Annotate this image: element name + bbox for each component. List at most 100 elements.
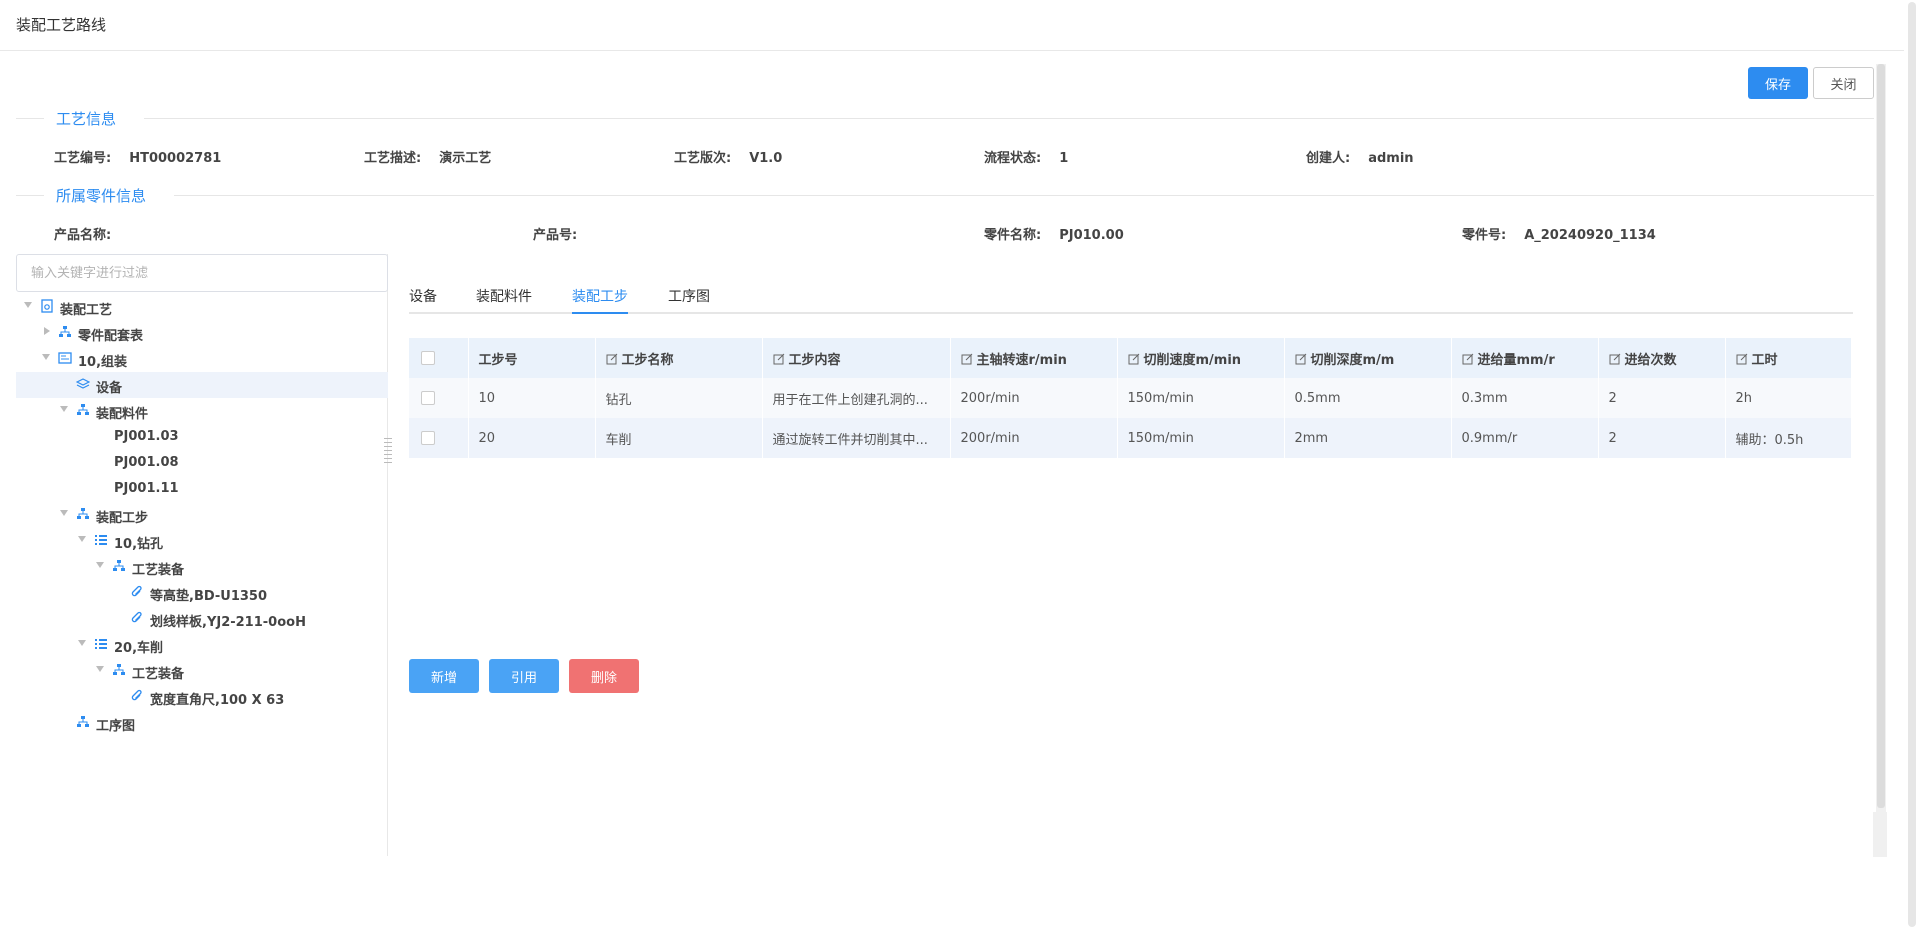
org-chart-icon bbox=[113, 664, 125, 675]
chevron-right-icon[interactable] bbox=[44, 327, 50, 335]
save-button[interactable]: 保存 bbox=[1748, 67, 1808, 99]
list-icon bbox=[95, 639, 107, 649]
paperclip-icon bbox=[131, 585, 142, 597]
table-cell[interactable]: 2mm bbox=[1284, 418, 1452, 458]
table-cell[interactable]: 车削 bbox=[595, 418, 763, 458]
layers-icon bbox=[76, 378, 90, 389]
chevron-down-icon[interactable] bbox=[24, 302, 32, 308]
tree-node-step-20-turning[interactable]: 20,车削 bbox=[16, 632, 388, 658]
delete-button[interactable]: 删除 bbox=[569, 659, 639, 693]
table-cell[interactable]: 钻孔 bbox=[595, 378, 763, 418]
tree-node-step-10-drilling[interactable]: 10,钻孔 bbox=[16, 528, 388, 554]
table-header-row: 工步号 工步名称 工步内容 主轴转速r/min 切削速度m/min 切削深度m/… bbox=[409, 338, 1852, 378]
steps-table: 工步号 工步名称 工步内容 主轴转速r/min 切削速度m/min 切削深度m/… bbox=[409, 338, 1852, 458]
tree-node-tooling[interactable]: 工艺装备 bbox=[16, 658, 388, 684]
close-button[interactable]: 关闭 bbox=[1813, 67, 1874, 99]
edit-icon bbox=[606, 353, 617, 364]
table-row[interactable]: 10 钻孔 用于在工件上创建孔洞的... 200r/min 150m/min 0… bbox=[409, 378, 1852, 418]
table-cell[interactable]: 辅助：0.5h bbox=[1725, 418, 1852, 458]
chevron-down-icon[interactable] bbox=[78, 640, 86, 646]
org-chart-icon bbox=[59, 326, 71, 337]
table-cell[interactable]: 10 bbox=[468, 378, 596, 418]
page-scrollbar[interactable] bbox=[1904, 0, 1920, 929]
tree-node-assembly-materials[interactable]: 装配料件 bbox=[16, 398, 388, 424]
org-chart-icon bbox=[77, 716, 89, 727]
tree-node-assembly-process[interactable]: 装配工艺 bbox=[16, 294, 388, 320]
tree-node-assembly-steps[interactable]: 装配工步 bbox=[16, 502, 388, 528]
splitter-handle[interactable] bbox=[384, 438, 392, 468]
table-cell[interactable]: 2h bbox=[1725, 378, 1852, 418]
edit-icon bbox=[961, 353, 972, 364]
tree-node-tool-item[interactable]: 宽度直角尺,100 X 63 bbox=[16, 684, 388, 710]
table-cell[interactable]: 0.3mm bbox=[1451, 378, 1599, 418]
tree-node-part[interactable]: PJ001.08 bbox=[16, 450, 388, 476]
table-cell[interactable]: 0.9mm/r bbox=[1451, 418, 1599, 458]
chevron-down-icon[interactable] bbox=[60, 510, 68, 516]
add-button[interactable]: 新增 bbox=[409, 659, 479, 693]
column-header: 切削速度m/min bbox=[1117, 338, 1285, 378]
table-cell[interactable]: 2 bbox=[1598, 378, 1726, 418]
table-cell[interactable]: 0.5mm bbox=[1284, 378, 1452, 418]
scrollbar-thumb[interactable] bbox=[1908, 2, 1916, 927]
inner-scrollbar[interactable] bbox=[1876, 64, 1886, 812]
tree-filter-input[interactable] bbox=[16, 254, 388, 292]
part-info-row: 产品名称: 产品号: 零件名称: PJ010.00 零件号: A_20240920_… bbox=[0, 224, 1900, 244]
column-header: 工步名称 bbox=[595, 338, 763, 378]
tree-node-part[interactable]: PJ001.11 bbox=[16, 476, 388, 502]
product-name-field: 产品名称: bbox=[54, 228, 112, 243]
scrollbar-corner bbox=[1873, 812, 1887, 857]
table-cell[interactable]: 150m/min bbox=[1117, 378, 1285, 418]
paperclip-icon bbox=[131, 689, 142, 701]
column-header: 进给次数 bbox=[1598, 338, 1726, 378]
chevron-down-icon[interactable] bbox=[60, 406, 68, 412]
tab-assembly-steps[interactable]: 装配工步 bbox=[572, 286, 628, 314]
org-chart-icon bbox=[77, 508, 89, 519]
table-cell[interactable]: 用于在工件上创建孔洞的... bbox=[762, 378, 951, 418]
table-row[interactable]: 20 车削 通过旋转工件并切削其中... 200r/min 150m/min 2… bbox=[409, 418, 1852, 458]
table-cell[interactable]: 150m/min bbox=[1117, 418, 1285, 458]
table-cell[interactable]: 200r/min bbox=[950, 378, 1118, 418]
column-header: 工时 bbox=[1725, 338, 1852, 378]
table-cell[interactable]: 2 bbox=[1598, 418, 1726, 458]
row-checkbox[interactable] bbox=[421, 391, 435, 405]
process-info-row: 工艺编号: HT00002781 工艺描述: 演示工艺 工艺版次: V1.0 流程状态… bbox=[0, 147, 1900, 167]
creator-field: 创建人: admin bbox=[1306, 151, 1414, 166]
edit-icon bbox=[1295, 353, 1306, 364]
edit-icon bbox=[1462, 353, 1473, 364]
table-cell[interactable]: 通过旋转工件并切削其中... bbox=[762, 418, 951, 458]
chevron-down-icon[interactable] bbox=[96, 562, 104, 568]
process-icon bbox=[58, 352, 72, 364]
select-all-checkbox[interactable] bbox=[421, 351, 435, 365]
row-checkbox[interactable] bbox=[421, 431, 435, 445]
tab-assembly-materials[interactable]: 装配料件 bbox=[476, 286, 532, 314]
tab-process-diagram[interactable]: 工序图 bbox=[668, 286, 710, 314]
tree-node-tool-item[interactable]: 划线样板,YJ2-211-0ooH bbox=[16, 606, 388, 632]
document-icon bbox=[41, 299, 53, 313]
table-cell[interactable]: 20 bbox=[468, 418, 596, 458]
column-header: 主轴转速r/min bbox=[950, 338, 1118, 378]
column-header: 进给量mm/r bbox=[1451, 338, 1599, 378]
cite-button[interactable]: 引用 bbox=[489, 659, 559, 693]
edit-icon bbox=[1736, 353, 1747, 364]
org-chart-icon bbox=[113, 560, 125, 571]
tab-equipment[interactable]: 设备 bbox=[409, 286, 437, 314]
tree-node-equipment[interactable]: 设备 bbox=[16, 372, 388, 398]
title-bar: 装配工艺路线 bbox=[0, 0, 1904, 51]
tree-node-tool-item[interactable]: 等高垫,BD-U1350 bbox=[16, 580, 388, 606]
tree-node-op-10-assembly[interactable]: 10,组装 bbox=[16, 346, 388, 372]
part-name-field: 零件名称: PJ010.00 bbox=[984, 228, 1124, 243]
column-header: 工步内容 bbox=[762, 338, 951, 378]
edit-icon bbox=[773, 353, 784, 364]
chevron-down-icon[interactable] bbox=[78, 536, 86, 542]
tree-node-part[interactable]: PJ001.03 bbox=[16, 424, 388, 450]
tree-node-process-diagram[interactable]: 工序图 bbox=[16, 710, 388, 736]
chevron-down-icon[interactable] bbox=[42, 354, 50, 360]
tree-node-tooling[interactable]: 工艺装备 bbox=[16, 554, 388, 580]
scrollbar-thumb[interactable] bbox=[1877, 64, 1885, 808]
chevron-down-icon[interactable] bbox=[96, 666, 104, 672]
tree-node-parts-list[interactable]: 零件配套表 bbox=[16, 320, 388, 346]
table-cell[interactable]: 200r/min bbox=[950, 418, 1118, 458]
list-icon bbox=[95, 535, 107, 545]
process-info-title: 工艺信息 bbox=[56, 110, 117, 128]
process-info-section-header: 工艺信息 bbox=[16, 108, 1874, 128]
